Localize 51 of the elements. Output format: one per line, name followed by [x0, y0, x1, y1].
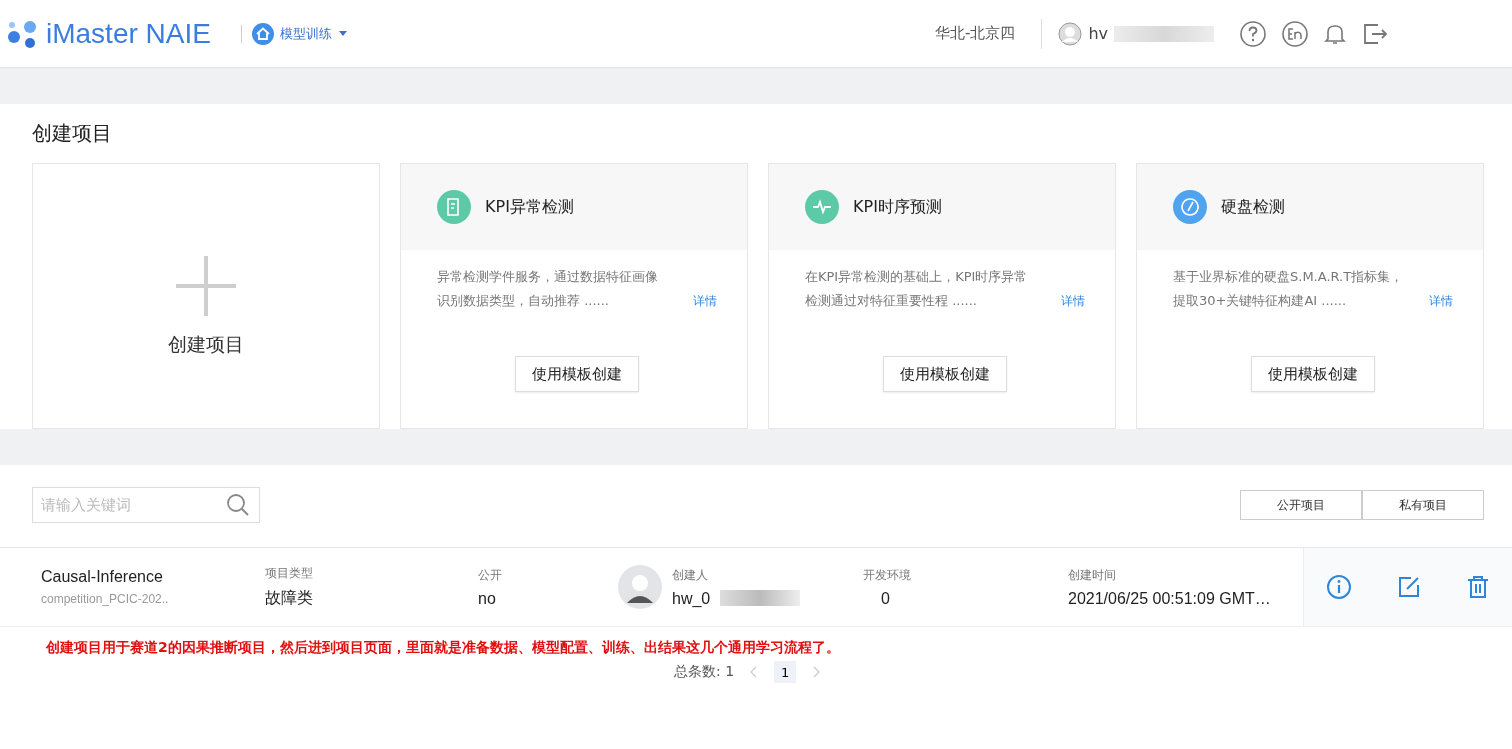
search-icon[interactable] — [226, 493, 250, 517]
logout-icon[interactable] — [1362, 21, 1388, 46]
project-name[interactable]: Causal-Inference — [41, 568, 265, 586]
template-description: 识别数据类型，自动推荐 ...... — [437, 292, 610, 310]
edit-icon[interactable] — [1397, 575, 1421, 599]
template-title: KPI时序预测 — [853, 196, 942, 218]
field-label: 创建时间 — [1068, 566, 1117, 584]
trash-icon[interactable] — [1465, 575, 1490, 599]
field-value: 故障类 — [265, 588, 314, 608]
details-link[interactable]: 详情 — [693, 293, 717, 310]
avatar-icon — [618, 565, 662, 609]
user-menu[interactable]: hv — [1058, 21, 1224, 46]
field-label: 公开 — [478, 566, 503, 584]
field-value: no — [478, 589, 497, 608]
field-value: 0 — [880, 589, 891, 608]
info-icon[interactable] — [1326, 574, 1353, 600]
field-label: 创建人 — [672, 566, 709, 584]
page-button[interactable]: 1 — [774, 661, 797, 683]
home-icon — [251, 22, 274, 45]
caret-icon — [337, 30, 348, 37]
help-icon[interactable] — [1240, 20, 1266, 47]
language-icon[interactable] — [1282, 20, 1308, 47]
create-project-card[interactable]: 创建项目 — [32, 163, 380, 429]
total-count: 总条数: 1 — [674, 663, 735, 681]
field-label: 项目类型 — [265, 565, 314, 582]
plus-icon — [174, 254, 238, 318]
filter-tab[interactable]: 公开项目 — [1240, 490, 1362, 520]
template-title: 硬盘检测 — [1221, 196, 1285, 218]
use-template-button[interactable]: 使用模板创建 — [883, 356, 1007, 392]
region-selector[interactable]: 华北-北京四 — [934, 24, 1016, 43]
filter-tab[interactable]: 私有项目 — [1362, 490, 1484, 520]
field-label: 开发环境 — [863, 566, 912, 584]
template-description: 异常检测学件服务，通过数据特征画像 — [437, 268, 659, 286]
details-link[interactable]: 详情 — [1429, 293, 1453, 310]
template-description: 提取30+关键特征构建AI ...... — [1173, 292, 1348, 310]
template-description: 基于业界标准的硬盘S.M.A.R.T指标集， — [1173, 268, 1405, 286]
app-name: iMaster NAIE — [46, 17, 211, 50]
template-description: 在KPI异常检测的基础上，KPI时序异常 — [805, 268, 1029, 286]
avatar-icon — [1058, 21, 1083, 46]
section-title: 创建项目 — [32, 120, 113, 147]
details-link[interactable]: 详情 — [1061, 293, 1085, 310]
search-field[interactable]: 请输入关键词 — [32, 487, 260, 523]
field-value: 2021/06/25 00:51:09 GMT… — [1068, 589, 1272, 608]
template-description: 检测通过对特征重要性程 ...... — [805, 292, 978, 310]
annotation-note: 创建项目用于赛道2的因果推断项目，然后进到项目页面，里面就是准备数据、模型配置、训练、出结果这几个通用学习流程了。 — [45, 639, 841, 657]
use-template-button[interactable]: 使用模板创建 — [1251, 356, 1375, 392]
template-title: KPI异常检测 — [485, 196, 574, 218]
use-template-button[interactable]: 使用模板创建 — [515, 356, 639, 392]
field-value: hw_0 — [672, 589, 711, 608]
project-id: competition_PCIC-202.. — [41, 592, 170, 606]
module-dropdown[interactable]: 模型训练 — [251, 22, 348, 45]
